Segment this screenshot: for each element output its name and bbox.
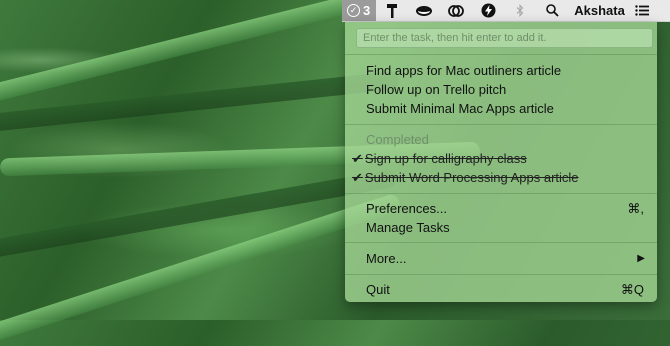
completed-task-label: Submit Word Processing Apps article (364, 170, 579, 185)
hammer-icon[interactable] (376, 0, 408, 21)
preferences-menu-item[interactable]: Preferences... ⌘, (345, 199, 657, 218)
submenu-arrow-icon: ▶ (637, 253, 645, 264)
separator (345, 54, 657, 55)
bolt-icon[interactable] (472, 0, 504, 21)
more-menu-item[interactable]: More... ▶ (345, 249, 657, 268)
completed-task-label: Sign up for calligraphy class (364, 151, 527, 166)
completed-task-item[interactable]: ✔ Sign up for calligraphy class (345, 149, 657, 168)
task-label: Follow up on Trello pitch (366, 82, 507, 97)
eye-icon[interactable] (408, 0, 440, 21)
task-item[interactable]: Follow up on Trello pitch (345, 80, 657, 99)
manage-tasks-menu-item[interactable]: Manage Tasks (345, 218, 657, 237)
separator (345, 124, 657, 125)
task-item[interactable]: Submit Minimal Mac Apps article (345, 99, 657, 118)
checkmark-icon: ✔ (352, 151, 363, 166)
menu-bar: ✓ 3 Akshata (342, 0, 670, 22)
new-task-input[interactable] (356, 28, 653, 48)
quit-menu-item[interactable]: Quit ⌘Q (345, 280, 657, 299)
manage-tasks-label: Manage Tasks (366, 220, 450, 235)
search-icon[interactable] (536, 0, 568, 21)
quit-shortcut: ⌘Q (620, 282, 644, 297)
link-rings-icon[interactable] (440, 0, 472, 21)
separator (345, 242, 657, 243)
completed-task-item[interactable]: ✔ Submit Word Processing Apps article (345, 168, 657, 187)
task-label: Find apps for Mac outliners article (366, 63, 562, 78)
task-count: 3 (363, 3, 371, 18)
bluetooth-icon[interactable] (504, 0, 536, 21)
notification-center-icon[interactable] (633, 0, 651, 21)
user-name[interactable]: Akshata (574, 0, 625, 21)
checkmark-icon: ✔ (352, 170, 363, 185)
preferences-shortcut: ⌘, (627, 201, 644, 216)
separator (345, 193, 657, 194)
quit-label: Quit (366, 282, 390, 297)
check-circle-icon: ✓ (347, 4, 360, 17)
preferences-label: Preferences... (366, 201, 447, 216)
task-label: Submit Minimal Mac Apps article (366, 101, 554, 116)
separator (345, 274, 657, 275)
task-item[interactable]: Find apps for Mac outliners article (345, 61, 657, 80)
completed-header: Completed (366, 132, 429, 147)
taskplane-menu-extra[interactable]: ✓ 3 (342, 0, 377, 21)
more-label: More... (366, 251, 407, 266)
task-menu: Find apps for Mac outliners article Foll… (345, 22, 657, 302)
